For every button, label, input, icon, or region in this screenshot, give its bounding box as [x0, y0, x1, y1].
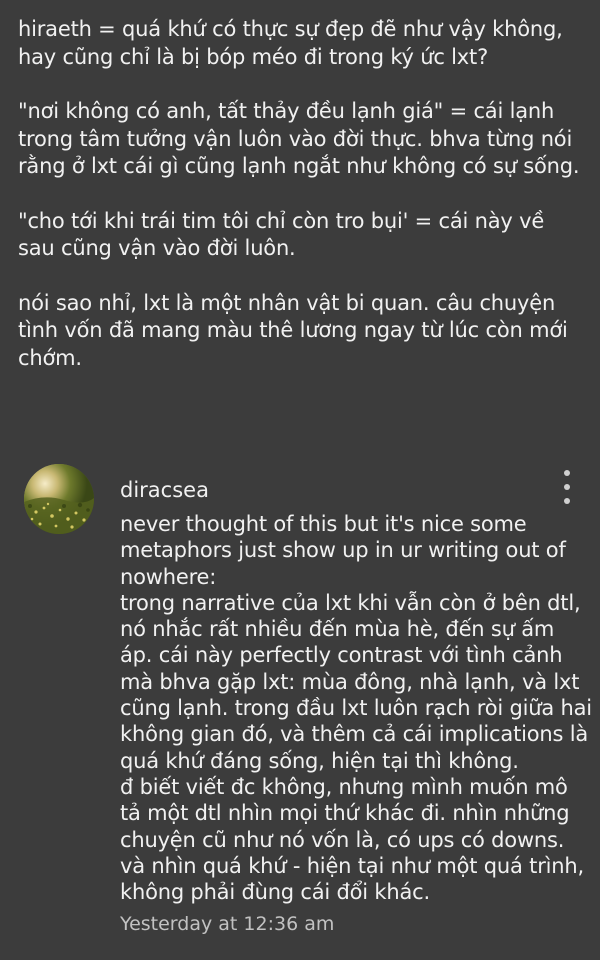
avatar[interactable] — [24, 464, 94, 534]
post-body: hiraeth = quá khứ có thực sự đẹp đẽ như … — [18, 16, 586, 399]
post-paragraph-2: "nơi không có anh, tất thảy đều lạnh giá… — [18, 99, 580, 178]
sunlit-field-avatar-icon — [24, 464, 94, 534]
comment-line: nowhere: — [120, 564, 217, 589]
comment-timestamp: Yesterday at 12:36 am — [120, 913, 335, 935]
comment-line: trong narrative của lxt khi vẫn còn ở bê… — [120, 590, 581, 615]
post-paragraph-4: nói sao nhỉ, lxt là một nhân vật bi quan… — [18, 290, 568, 370]
more-dot — [564, 484, 570, 490]
comment-line: metaphors just show up in ur writing out… — [120, 538, 566, 563]
comment-line: cũng lạnh. trong đầu lxt luôn rạch ròi g… — [120, 696, 592, 721]
post-paragraph-3: "cho tới khi trái tim tôi chỉ còn tro bụ… — [18, 208, 545, 261]
comment-line: áp. cái này perfectly contrast với tình … — [120, 643, 563, 668]
comment: diracsea never thought of this but it's … — [0, 462, 600, 960]
more-dot — [564, 470, 570, 476]
comment-author[interactable]: diracsea — [120, 477, 209, 503]
comment-line: chuyện cũ như nó vốn là, có ups có downs… — [120, 827, 565, 852]
comment-line: không gian đó, và thêm cả cái implicatio… — [120, 722, 589, 747]
comment-line: và nhìn quá khứ - hiện tại như một quá t… — [120, 853, 584, 878]
comment-line: quá khứ đáng sống, hiện tại thì không. — [120, 748, 519, 773]
more-vertical-icon[interactable] — [555, 470, 579, 504]
more-dot — [564, 498, 570, 504]
comment-line: tả một dtl nhìn mọi thứ khác đi. nhìn nh… — [120, 801, 570, 826]
comment-line: nó nhắc rất nhiều đến mùa hè, đến sự ấm — [120, 617, 555, 642]
comment-line: đ biết viết đc không, nhưng mình muốn mô — [120, 774, 568, 799]
post-paragraph-1: hiraeth = quá khứ có thực sự đẹp đẽ như … — [18, 17, 563, 69]
comment-line: không phải đùng cái đổi khác. — [120, 880, 430, 905]
comment-line: never thought of this but it's nice some — [120, 512, 527, 536]
comment-text: never thought of this but it's nice some… — [120, 511, 592, 905]
comment-line: mà bhva gặp lxt: mùa đông, nhà lạnh, và … — [120, 669, 580, 694]
